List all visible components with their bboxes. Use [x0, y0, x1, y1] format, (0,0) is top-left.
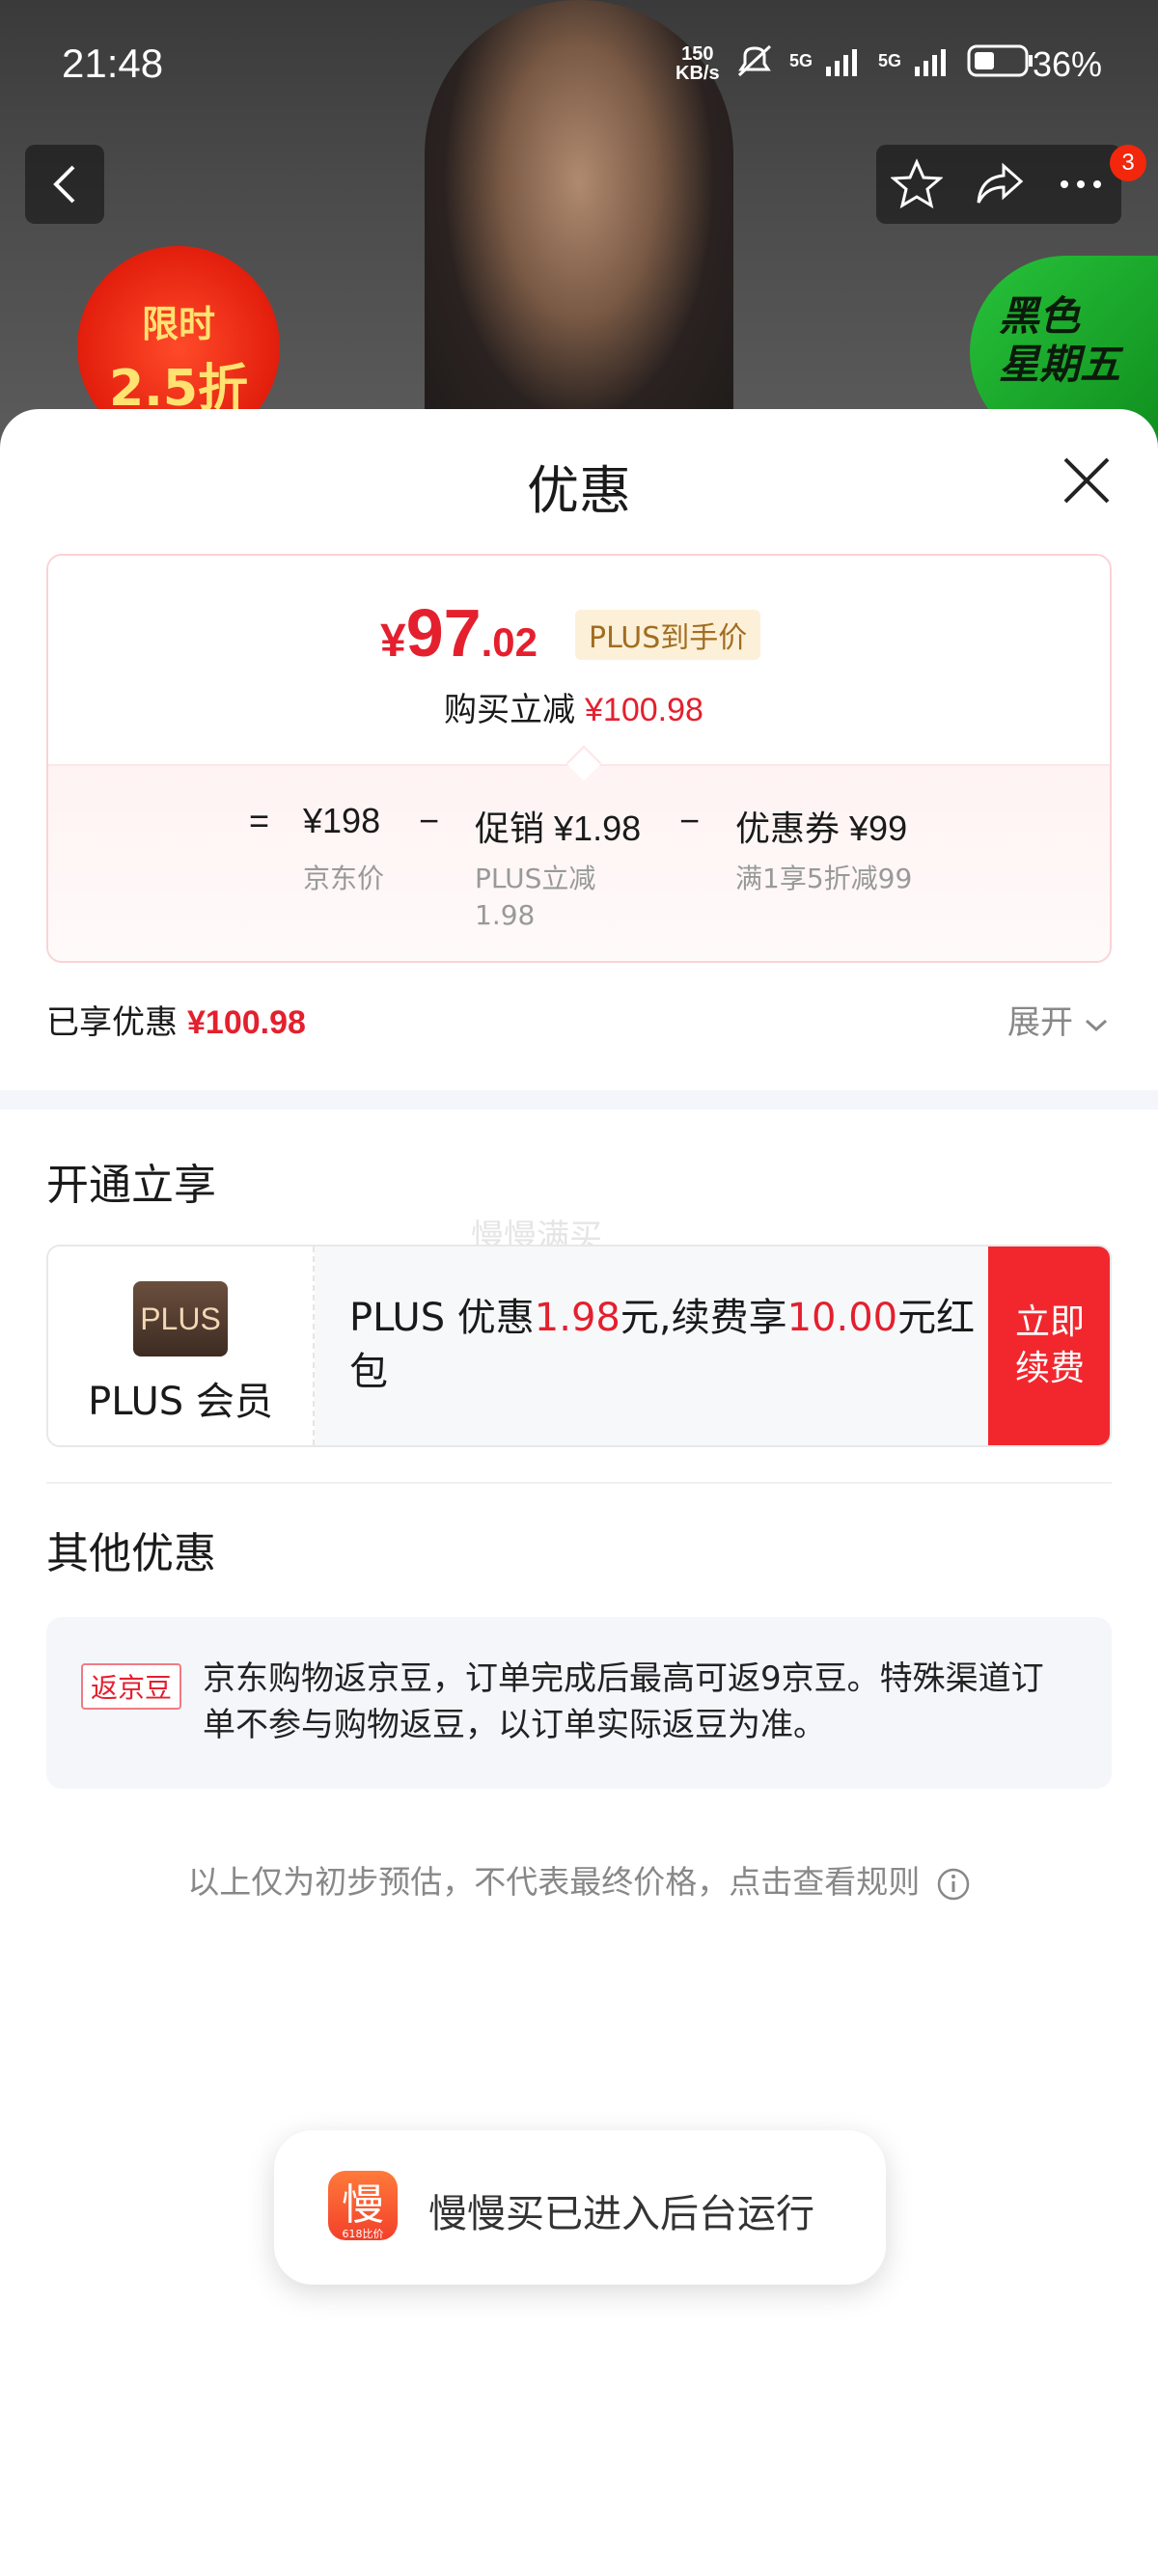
net-speed-unit: KB/s — [676, 63, 720, 84]
other-section-title: 其他优惠 — [46, 1529, 216, 1578]
status-time: 21:48 — [62, 41, 164, 86]
base-price-label: 京东价 — [303, 863, 385, 894]
promo-sub-line1: PLUS立减 — [475, 863, 596, 894]
minus-sign-1: − — [419, 801, 440, 840]
notification-badge: 3 — [1110, 145, 1146, 181]
top-action-group — [876, 145, 1121, 224]
net-speed-value: 150 — [681, 43, 714, 65]
discount-sheet: 优惠 ¥97.02 PLUS到手价 购买立减 ¥100.98 = ¥198 京东价… — [0, 409, 1158, 2576]
network-5g-label-2: 5G — [878, 50, 902, 70]
enjoyed-discount: 已享优惠 ¥100.98 — [46, 996, 306, 1043]
plus-badge-area: PLUS PLUS 会员 — [48, 1247, 315, 1445]
jd-beans-tag: 返京豆 — [81, 1663, 182, 1710]
back-button[interactable] — [25, 145, 104, 224]
reduce-amount: ¥100.98 — [585, 692, 703, 728]
product-hero-image: 限时 2.5折 黑色 星期五 21:48 150 KB/s 5G 5G 36% … — [0, 0, 1158, 453]
app-logo-char: 慢 — [342, 2180, 384, 2230]
price-integer: 97 — [405, 595, 482, 671]
coupon-sub: 满1享5折减99 — [735, 863, 913, 894]
rules-note-text: 以上仅为初步预估，不代表最终价格，点击查看规则 — [187, 1863, 921, 1901]
desc-value1: 1.98 — [534, 1296, 620, 1340]
promo-right-line2: 星期五 — [999, 341, 1121, 388]
close-icon[interactable] — [1062, 455, 1112, 506]
network-5g-label-1: 5G — [789, 50, 813, 70]
price-symbol: ¥ — [380, 616, 406, 667]
renew-line2: 续费 — [1014, 1349, 1085, 1388]
price-formula: = ¥198 京东价 − 促销 ¥1.98 PLUS立减 1.98 − 优惠券 … — [48, 764, 1110, 961]
app-logo-sub: 618比价 — [342, 2228, 384, 2240]
toast-message: 慢慢买已进入后台运行 — [428, 2192, 814, 2236]
favorite-star-icon[interactable] — [891, 158, 944, 210]
open-section-title: 开通立享 — [46, 1161, 216, 1210]
expand-toggle[interactable]: 展开 — [1007, 996, 1109, 1043]
rules-note[interactable]: 以上仅为初步预估，不代表最终价格，点击查看规则 — [0, 1856, 1158, 1903]
jd-beans-text: 京东购物返京豆，订单完成后最高可返9京豆。特殊渠道订单不参与购物返豆，以订单实际… — [203, 1659, 1044, 1744]
plus-price-tag: PLUS到手价 — [575, 610, 761, 660]
enjoyed-label: 已享优惠 — [46, 1003, 178, 1042]
promo-sub: PLUS立减 1.98 — [475, 861, 595, 934]
share-icon[interactable] — [973, 158, 1025, 210]
enjoyed-amount: ¥100.98 — [187, 1004, 306, 1041]
promo-value: ¥1.98 — [554, 808, 642, 848]
minus-sign-2: − — [679, 801, 701, 840]
battery-percentage: 36% — [1033, 44, 1103, 84]
coupon-item: 优惠券 ¥99 — [735, 801, 907, 851]
chevron-left-icon — [53, 165, 75, 204]
plus-membership-card: PLUS PLUS 会员 PLUS 优惠1.98元,续费享10.00元红包 立即… — [46, 1245, 1112, 1447]
desc-value2: 10.00 — [786, 1296, 898, 1340]
jd-beans-card: 返京豆 京东购物返京豆，订单完成后最高可返9京豆。特殊渠道订单不参与购物返豆，以… — [46, 1617, 1112, 1789]
promo-right-line1: 黑色 — [999, 292, 1081, 340]
reduce-label: 购买立减 — [444, 691, 575, 729]
app-logo-icon: 慢 618比价 — [328, 2171, 398, 2240]
renew-button[interactable]: 立即 续费 — [988, 1247, 1110, 1445]
coupon-inline-label: 优惠券 — [735, 808, 841, 848]
thin-divider — [46, 1482, 1112, 1484]
sheet-title: 优惠 — [527, 460, 631, 521]
net-speed: 150 KB/s — [676, 44, 720, 83]
price-decimal: .02 — [481, 619, 538, 665]
base-price: ¥198 — [303, 801, 381, 840]
section-divider — [0, 1090, 1158, 1110]
info-icon[interactable] — [936, 1867, 971, 1902]
equals-sign: = — [249, 801, 270, 840]
price-summary: ¥97.02 PLUS到手价 购买立减 ¥100.98 — [48, 556, 1110, 764]
mute-alarm-icon — [737, 44, 772, 77]
purchase-reduction: 购买立减 ¥100.98 — [444, 683, 703, 730]
expand-label: 展开 — [1007, 1003, 1073, 1042]
plus-member-name: PLUS 会员 — [88, 1380, 273, 1424]
status-icons: 5G 5G — [733, 42, 1034, 79]
signal-icon — [826, 49, 858, 76]
renew-line1: 立即 — [1014, 1302, 1085, 1342]
more-icon[interactable] — [1055, 158, 1107, 210]
background-running-toast: 慢 618比价 慢慢买已进入后台运行 — [274, 2130, 886, 2285]
chevron-down-icon — [1085, 1019, 1107, 1031]
coupon-value: ¥99 — [849, 808, 908, 848]
promo-sub-line2: 1.98 — [475, 899, 536, 931]
plus-description: PLUS 优惠1.98元,续费享10.00元红包 — [349, 1291, 1006, 1399]
promo-inline-label: 促销 — [475, 808, 545, 848]
promo-item: 促销 ¥1.98 — [475, 801, 641, 851]
desc-part2: 元,续费享 — [620, 1296, 787, 1340]
battery-icon — [967, 44, 1034, 77]
desc-part1: PLUS 优惠 — [349, 1296, 535, 1340]
promo-left-line1: 限时 — [141, 303, 215, 345]
final-price: ¥97.02 — [380, 594, 538, 671]
signal-icon-2 — [915, 49, 947, 76]
price-breakdown-card: ¥97.02 PLUS到手价 购买立减 ¥100.98 = ¥198 京东价 − … — [46, 554, 1112, 963]
plus-logo: PLUS — [133, 1281, 228, 1357]
status-bar: 21:48 150 KB/s 5G 5G 36% — [0, 0, 1158, 130]
